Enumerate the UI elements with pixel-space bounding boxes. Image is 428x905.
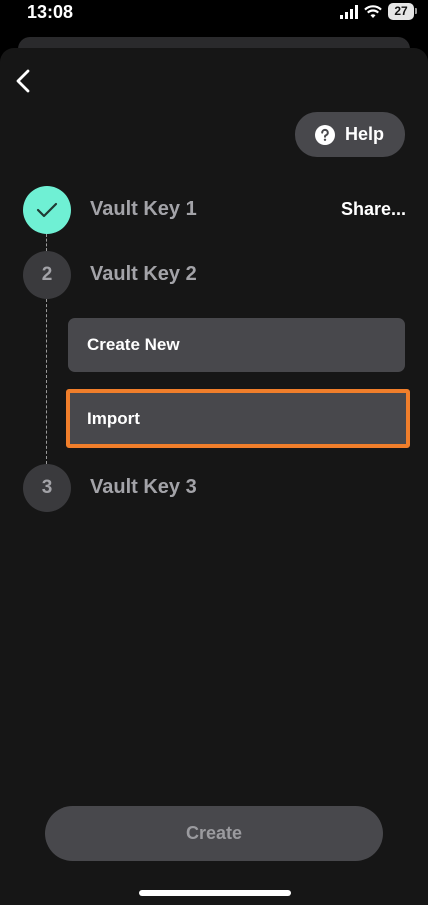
step-connector <box>46 299 47 464</box>
battery-indicator: 27 <box>388 3 417 20</box>
cellular-signal-icon <box>340 4 358 19</box>
step-3-number: 3 <box>23 464 71 512</box>
status-bar: 13:08 27 <box>0 0 428 26</box>
share-button[interactable]: Share... <box>341 199 406 220</box>
step-2-number: 2 <box>23 251 71 299</box>
import-button[interactable]: Import <box>66 389 410 448</box>
back-button[interactable] <box>6 66 40 96</box>
status-icons: 27 <box>340 3 417 20</box>
step-3-label: Vault Key 3 <box>90 476 197 498</box>
create-button[interactable]: Create <box>45 806 383 861</box>
step-1-label: Vault Key 1 <box>90 198 197 220</box>
chevron-left-icon <box>16 69 30 93</box>
home-indicator <box>139 890 291 896</box>
help-button[interactable]: Help <box>295 112 405 157</box>
help-icon <box>315 124 335 145</box>
step-2-label: Vault Key 2 <box>90 263 197 285</box>
create-new-button[interactable]: Create New <box>68 318 405 372</box>
help-label: Help <box>345 124 385 144</box>
wifi-icon <box>364 4 382 18</box>
status-time: 13:08 <box>27 2 74 22</box>
checkmark-icon <box>36 202 58 218</box>
step-1-check-circle <box>23 186 71 234</box>
step-connector <box>46 234 47 251</box>
